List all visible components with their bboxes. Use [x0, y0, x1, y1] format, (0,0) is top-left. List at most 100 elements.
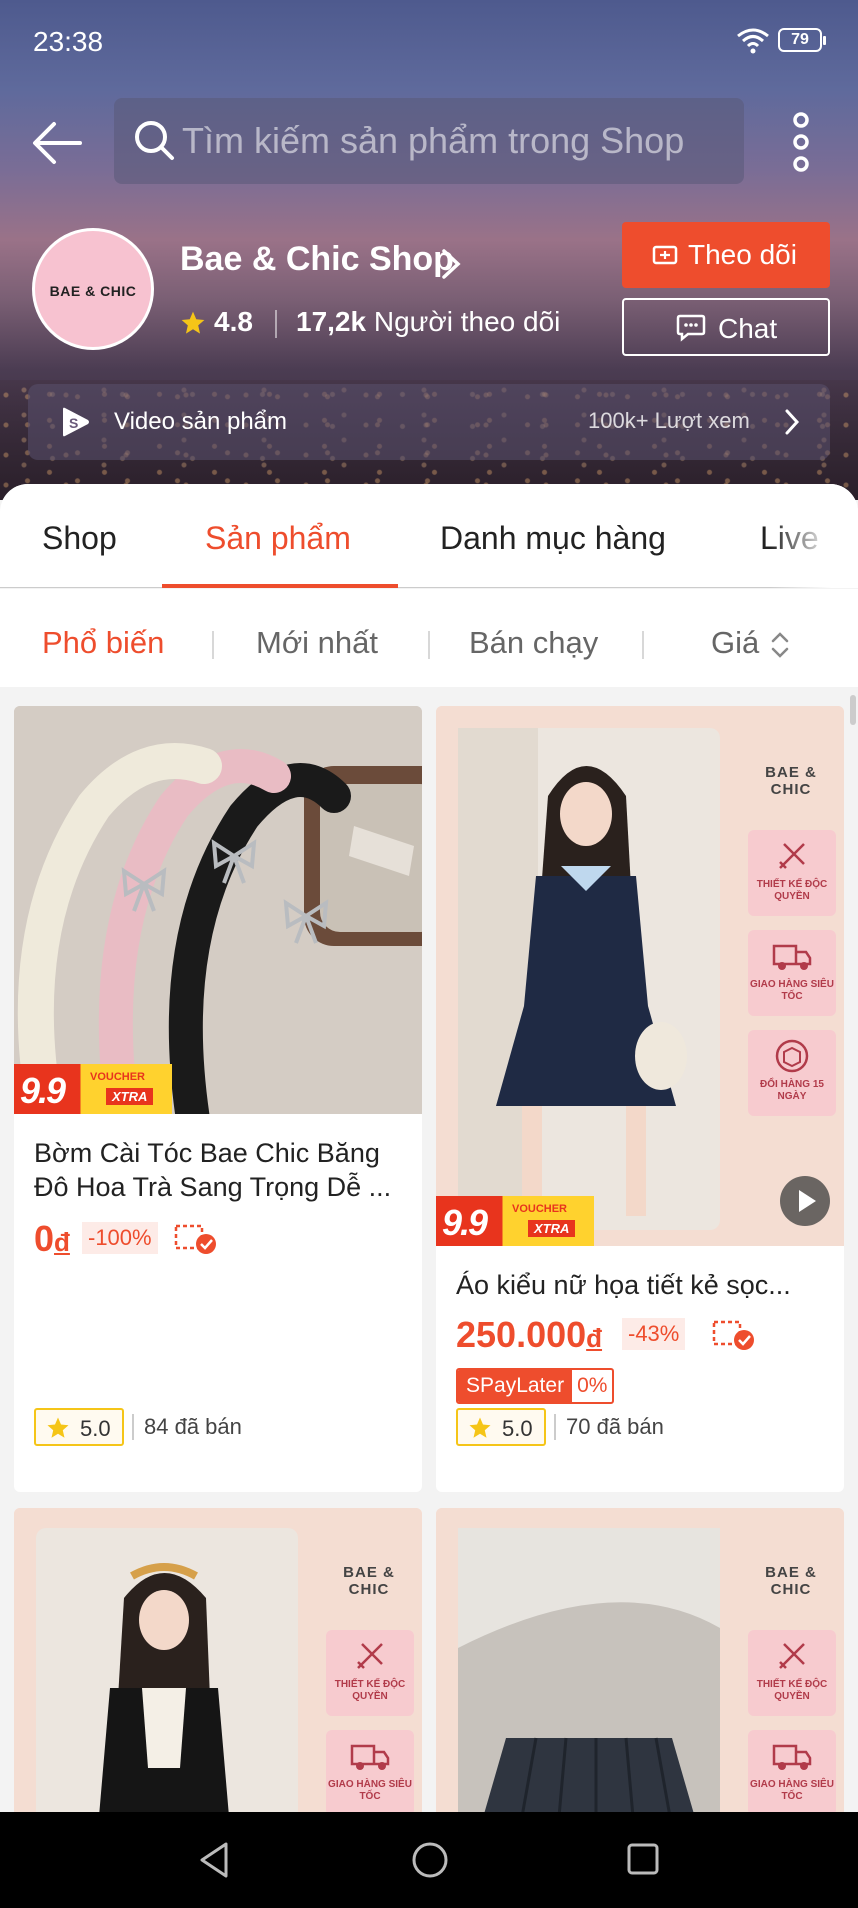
rating-value: 5.0	[502, 1416, 533, 1441]
tab-fade	[770, 484, 858, 588]
product-title[interactable]: Bờm Cài Tóc Bae Chic Băng Đô Hoa Trà San…	[34, 1136, 404, 1204]
active-tab-indicator	[162, 584, 398, 588]
followers-count: 17,2k Người theo dõi	[296, 306, 561, 337]
nav-recents-icon[interactable]	[626, 1842, 660, 1876]
voucher-number: 9.9	[20, 1070, 66, 1111]
product-price: 250.000đ	[456, 1314, 603, 1355]
shop-avatar[interactable]: BAE & CHIC	[32, 228, 154, 350]
follow-label: Theo dõi	[688, 239, 797, 270]
sort-bar: Phổ biến Mới nhất Bán chạy Giá	[0, 589, 858, 725]
shop-name[interactable]: Bae & Chic Shop	[180, 240, 454, 279]
chevron-right-icon	[785, 409, 800, 435]
scrollbar[interactable]	[850, 695, 856, 725]
design-icon	[779, 843, 805, 869]
truck-icon	[772, 944, 812, 970]
shop-rating: 4.8	[214, 306, 253, 337]
star-icon	[469, 1417, 491, 1438]
voucher-top: VOUCHER	[512, 1203, 568, 1215]
shop-header: 23:38 79 Tìm kiếm sản phẩm trong Shop BA…	[0, 0, 858, 500]
sort-price[interactable]: Giá	[711, 625, 759, 661]
product-image: BAE & CHIC THIẾT KẾ ĐỘC QUYỀN GIAO HÀNG …	[436, 1508, 844, 1814]
product-title[interactable]: Áo kiểu nữ họa tiết kẻ sọc...	[456, 1268, 826, 1302]
chat-label: Chat	[718, 313, 778, 344]
sort-arrows-icon[interactable]	[768, 629, 792, 661]
free-ship-icon	[712, 1320, 754, 1350]
rating-badge: 5.0	[34, 1408, 124, 1446]
chevron-right-icon[interactable]	[440, 248, 462, 280]
badge-fast-delivery: GIAO HÀNG SIÊU TỐC	[326, 1730, 414, 1814]
chat-button[interactable]: Chat	[622, 298, 830, 356]
product-card[interactable]: BAE & CHIC THIẾT KẾ ĐỘC QUYỀN GIAO HÀNG …	[436, 1508, 844, 1814]
badge-fast-delivery: GIAO HÀNG SIÊU TỐC	[748, 1730, 836, 1814]
nav-back-icon[interactable]	[196, 1840, 232, 1880]
divider	[275, 310, 277, 338]
sort-popular[interactable]: Phổ biến	[42, 625, 164, 661]
product-card[interactable]: BAE & CHIC THIẾT KẾ ĐỘC QUYỀN GIAO HÀNG …	[14, 1508, 422, 1814]
voucher-badge: 9.9 VOUCHER XTRA	[14, 1064, 172, 1114]
search-input[interactable]: Tìm kiếm sản phẩm trong Shop	[114, 98, 744, 184]
spaylater-badge: SPayLater 0%	[456, 1368, 615, 1404]
divider	[554, 1414, 556, 1440]
shopee-video-icon: S	[63, 407, 89, 437]
rating-value: 5.0	[80, 1416, 111, 1441]
star-icon	[47, 1417, 69, 1438]
sort-newest[interactable]: Mới nhất	[256, 625, 378, 661]
brand-logo: BAE & CHIC	[765, 764, 817, 798]
brand-logo: BAE & CHIC	[343, 1564, 395, 1598]
voucher-xtra: XTRA	[528, 1220, 576, 1237]
discount-badge: -43%	[622, 1318, 686, 1350]
status-bar: 23:38 79	[0, 0, 858, 84]
follow-icon	[652, 245, 678, 265]
divider	[642, 631, 644, 659]
product-image: BAE & CHIC THIẾT KẾ ĐỘC QUYỀN GIAO HÀNG …	[14, 1508, 422, 1814]
play-video-icon[interactable]	[780, 1176, 830, 1226]
sort-best-selling[interactable]: Bán chạy	[469, 625, 598, 661]
brand-logo: BAE & CHIC	[765, 1564, 817, 1598]
video-label: Video sản phẩm	[114, 408, 288, 435]
voucher-xtra: XTRA	[106, 1088, 154, 1105]
badge-exclusive: THIẾT KẾ ĐỘC QUYỀN	[748, 830, 836, 916]
box-return-icon	[775, 1039, 809, 1073]
product-price: 0đ	[34, 1218, 70, 1259]
system-nav-bar	[0, 1812, 858, 1908]
sold-count: 70 đã bán	[566, 1414, 664, 1439]
product-image	[14, 706, 422, 1114]
voucher-badge: 9.9 VOUCHER XTRA	[436, 1196, 594, 1246]
tab-categories[interactable]: Danh mục hàng	[440, 520, 666, 557]
products-sheet: Shop Sản phẩm Danh mục hàng Live Phổ biế…	[0, 484, 858, 1814]
voucher-top: VOUCHER	[90, 1071, 146, 1083]
video-views: 100k+ Lượt xem	[588, 408, 750, 433]
free-ship-icon	[174, 1224, 216, 1254]
star-icon	[181, 311, 205, 334]
divider	[212, 631, 214, 659]
tab-shop[interactable]: Shop	[42, 520, 117, 557]
svg-text:S: S	[69, 415, 78, 431]
spaylater-label: SPayLater	[458, 1370, 573, 1402]
spaylater-rate: 0%	[577, 1374, 608, 1397]
sold-count: 84 đã bán	[144, 1414, 242, 1439]
badge-exclusive: THIẾT KẾ ĐỘC QUYỀN	[326, 1630, 414, 1716]
product-card[interactable]: 9.9 VOUCHER XTRA Bờm Cài Tóc Bae Chic Bă…	[14, 706, 422, 1492]
avatar-logo-text: BAE & CHIC	[49, 283, 137, 299]
nav-home-icon[interactable]	[410, 1840, 450, 1880]
tab-products[interactable]: Sản phẩm	[205, 520, 351, 557]
discount-badge: -100%	[82, 1222, 158, 1254]
voucher-number: 9.9	[442, 1202, 488, 1243]
follow-button[interactable]: Theo dõi	[622, 222, 830, 288]
search-icon	[135, 121, 174, 160]
product-card[interactable]: BAE & CHIC THIẾT KẾ ĐỘC QUYỀN GIAO HÀNG …	[436, 706, 844, 1492]
product-image: BAE & CHIC THIẾT KẾ ĐỘC QUYỀN GIAO HÀNG …	[436, 706, 844, 1246]
divider	[132, 1414, 134, 1440]
status-time: 23:38	[33, 26, 104, 57]
badge-fast-delivery: GIAO HÀNG SIÊU TỐC	[748, 930, 836, 1016]
divider	[428, 631, 430, 659]
video-products-bar[interactable]: S Video sản phẩm 100k+ Lượt xem	[28, 384, 830, 460]
badge-exclusive: THIẾT KẾ ĐỘC QUYỀN	[748, 1630, 836, 1716]
badge-exchange: ĐỔI HÀNG 15 NGÀY	[748, 1030, 836, 1116]
more-options-icon[interactable]	[784, 110, 818, 174]
battery-icon: 79	[778, 28, 826, 52]
chat-icon	[676, 314, 706, 342]
back-arrow-icon[interactable]	[30, 116, 84, 170]
search-placeholder: Tìm kiếm sản phẩm trong Shop	[182, 120, 685, 161]
tab-bar: Shop Sản phẩm Danh mục hàng Live	[0, 484, 858, 588]
